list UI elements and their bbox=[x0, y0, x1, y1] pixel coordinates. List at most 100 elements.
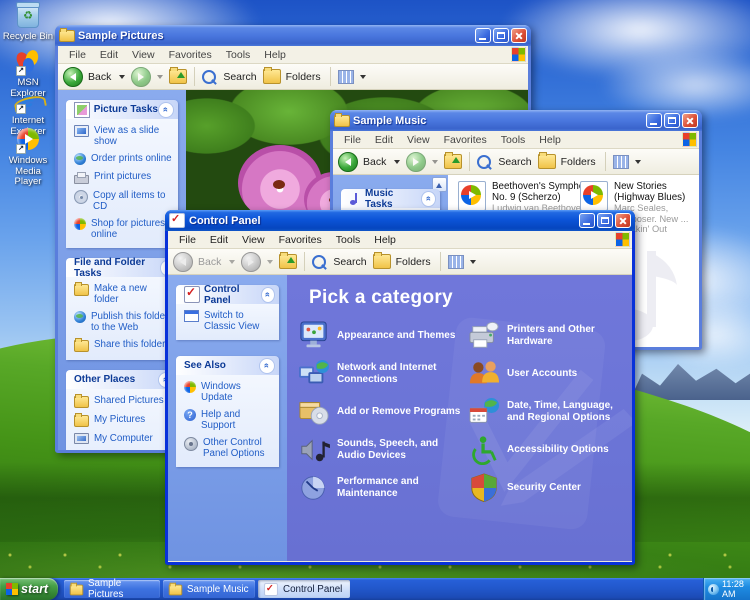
views-icon[interactable] bbox=[448, 255, 464, 269]
task-item[interactable]: My Computer bbox=[74, 433, 174, 444]
titlebar[interactable]: Sample Music bbox=[330, 110, 702, 131]
task-item[interactable]: Publish this folder to the Web bbox=[74, 311, 174, 333]
up-button[interactable] bbox=[444, 154, 462, 169]
titlebar[interactable]: Sample Pictures bbox=[55, 25, 531, 46]
panel-header[interactable]: Music Tasks bbox=[341, 189, 440, 208]
desktop-icon-windows-media-player[interactable]: ↗ Windows Media Player bbox=[0, 128, 56, 188]
up-button[interactable] bbox=[169, 69, 187, 84]
task-item[interactable]: Shop for pictures online bbox=[74, 218, 174, 240]
close-button[interactable] bbox=[615, 213, 631, 228]
back-button[interactable] bbox=[338, 152, 358, 172]
menu-help[interactable]: Help bbox=[532, 134, 568, 146]
panel-header[interactable]: Other Places bbox=[66, 370, 178, 389]
panel-header[interactable]: See Also bbox=[176, 356, 279, 375]
clock[interactable]: 11:28 AM bbox=[722, 579, 750, 599]
menu-favorites[interactable]: Favorites bbox=[272, 234, 329, 246]
category-sounds-speech-audio[interactable]: Sounds, Speech, and Audio Devices bbox=[297, 433, 465, 466]
category-printers-hardware[interactable]: Printers and Other Hardware bbox=[467, 319, 628, 352]
menu-edit[interactable]: Edit bbox=[368, 134, 400, 146]
folders-label[interactable]: Folders bbox=[396, 256, 431, 268]
menu-edit[interactable]: Edit bbox=[93, 49, 125, 61]
category-user-accounts[interactable]: User Accounts bbox=[467, 357, 628, 390]
collapse-chevron-icon[interactable] bbox=[261, 287, 275, 303]
forward-button[interactable] bbox=[131, 67, 151, 87]
category-security-center[interactable]: Security Center bbox=[467, 471, 628, 504]
minimize-button[interactable] bbox=[475, 28, 491, 43]
minimize-button[interactable] bbox=[646, 113, 662, 128]
folders-icon[interactable] bbox=[538, 154, 556, 169]
task-item[interactable]: Make a new folder bbox=[74, 283, 174, 305]
panel-header[interactable]: Control Panel bbox=[176, 285, 279, 304]
task-item[interactable]: Copy all items to CD bbox=[74, 190, 174, 212]
views-icon[interactable] bbox=[338, 70, 354, 84]
collapse-chevron-icon[interactable] bbox=[421, 191, 436, 207]
maximize-button[interactable] bbox=[493, 28, 509, 43]
panel-header[interactable]: Picture Tasks bbox=[66, 100, 178, 119]
folders-icon[interactable] bbox=[263, 69, 281, 84]
views-dropdown-icon[interactable] bbox=[470, 260, 476, 264]
search-icon[interactable] bbox=[312, 255, 326, 269]
tray-volume-icon[interactable] bbox=[708, 584, 719, 595]
menu-file[interactable]: File bbox=[172, 234, 203, 246]
start-button[interactable]: start bbox=[0, 578, 58, 600]
back-button-disabled[interactable] bbox=[173, 252, 193, 272]
search-icon[interactable] bbox=[202, 70, 216, 84]
views-dropdown-icon[interactable] bbox=[635, 160, 641, 164]
folders-label[interactable]: Folders bbox=[561, 156, 596, 168]
switch-classic-view[interactable]: Switch to Classic View bbox=[184, 310, 275, 332]
category-performance-maintenance[interactable]: Performance and Maintenance bbox=[297, 471, 465, 504]
menu-tools[interactable]: Tools bbox=[494, 134, 533, 146]
task-item[interactable]: Print pictures bbox=[74, 171, 174, 184]
taskbar-button-sample-pictures[interactable]: Sample Pictures bbox=[64, 580, 160, 598]
maximize-button[interactable] bbox=[597, 213, 613, 228]
menu-tools[interactable]: Tools bbox=[329, 234, 368, 246]
views-icon[interactable] bbox=[613, 155, 629, 169]
forward-button[interactable] bbox=[406, 152, 426, 172]
task-item[interactable]: Windows Update bbox=[184, 381, 275, 403]
menu-view[interactable]: View bbox=[235, 234, 272, 246]
forward-dropdown-icon[interactable] bbox=[157, 75, 163, 79]
search-label[interactable]: Search bbox=[498, 156, 531, 168]
back-button[interactable] bbox=[63, 67, 83, 87]
titlebar[interactable]: Control Panel bbox=[165, 210, 635, 231]
folders-icon[interactable] bbox=[373, 254, 391, 269]
search-label[interactable]: Search bbox=[333, 256, 366, 268]
taskbar-button-sample-music[interactable]: Sample Music bbox=[163, 580, 255, 598]
menu-edit[interactable]: Edit bbox=[203, 234, 235, 246]
folders-label[interactable]: Folders bbox=[286, 71, 321, 83]
menu-favorites[interactable]: Favorites bbox=[162, 49, 219, 61]
task-item[interactable]: View as a slide show bbox=[74, 125, 174, 147]
back-label[interactable]: Back bbox=[198, 256, 221, 268]
minimize-button[interactable] bbox=[579, 213, 595, 228]
panel-header[interactable]: File and Folder Tasks bbox=[66, 258, 178, 277]
task-item[interactable]: Help and Support bbox=[184, 409, 275, 431]
task-item[interactable]: Shared Pictures bbox=[74, 395, 174, 408]
task-item[interactable]: Order prints online bbox=[74, 153, 174, 165]
up-button[interactable] bbox=[279, 254, 297, 269]
back-label[interactable]: Back bbox=[88, 71, 111, 83]
menu-favorites[interactable]: Favorites bbox=[437, 134, 494, 146]
menu-help[interactable]: Help bbox=[367, 234, 403, 246]
menu-help[interactable]: Help bbox=[257, 49, 293, 61]
back-dropdown-icon[interactable] bbox=[229, 260, 235, 264]
desktop-icon-recycle-bin[interactable]: Recycle Bin bbox=[0, 4, 56, 43]
views-dropdown-icon[interactable] bbox=[360, 75, 366, 79]
category-add-remove-programs[interactable]: Add or Remove Programs bbox=[297, 395, 465, 428]
collapse-chevron-icon[interactable] bbox=[158, 102, 174, 118]
task-item[interactable]: My Pictures bbox=[74, 414, 174, 427]
close-button[interactable] bbox=[511, 28, 527, 43]
menu-view[interactable]: View bbox=[125, 49, 162, 61]
back-label[interactable]: Back bbox=[363, 156, 386, 168]
collapse-chevron-icon[interactable] bbox=[259, 358, 275, 374]
close-button[interactable] bbox=[682, 113, 698, 128]
menu-file[interactable]: File bbox=[62, 49, 93, 61]
menu-file[interactable]: File bbox=[337, 134, 368, 146]
menu-tools[interactable]: Tools bbox=[219, 49, 258, 61]
menu-view[interactable]: View bbox=[400, 134, 437, 146]
back-dropdown-icon[interactable] bbox=[394, 160, 400, 164]
taskbar-button-control-panel[interactable]: Control Panel bbox=[258, 580, 350, 598]
task-item[interactable]: Share this folder bbox=[74, 339, 174, 352]
category-appearance-themes[interactable]: Appearance and Themes bbox=[297, 319, 465, 352]
maximize-button[interactable] bbox=[664, 113, 680, 128]
back-dropdown-icon[interactable] bbox=[119, 75, 125, 79]
